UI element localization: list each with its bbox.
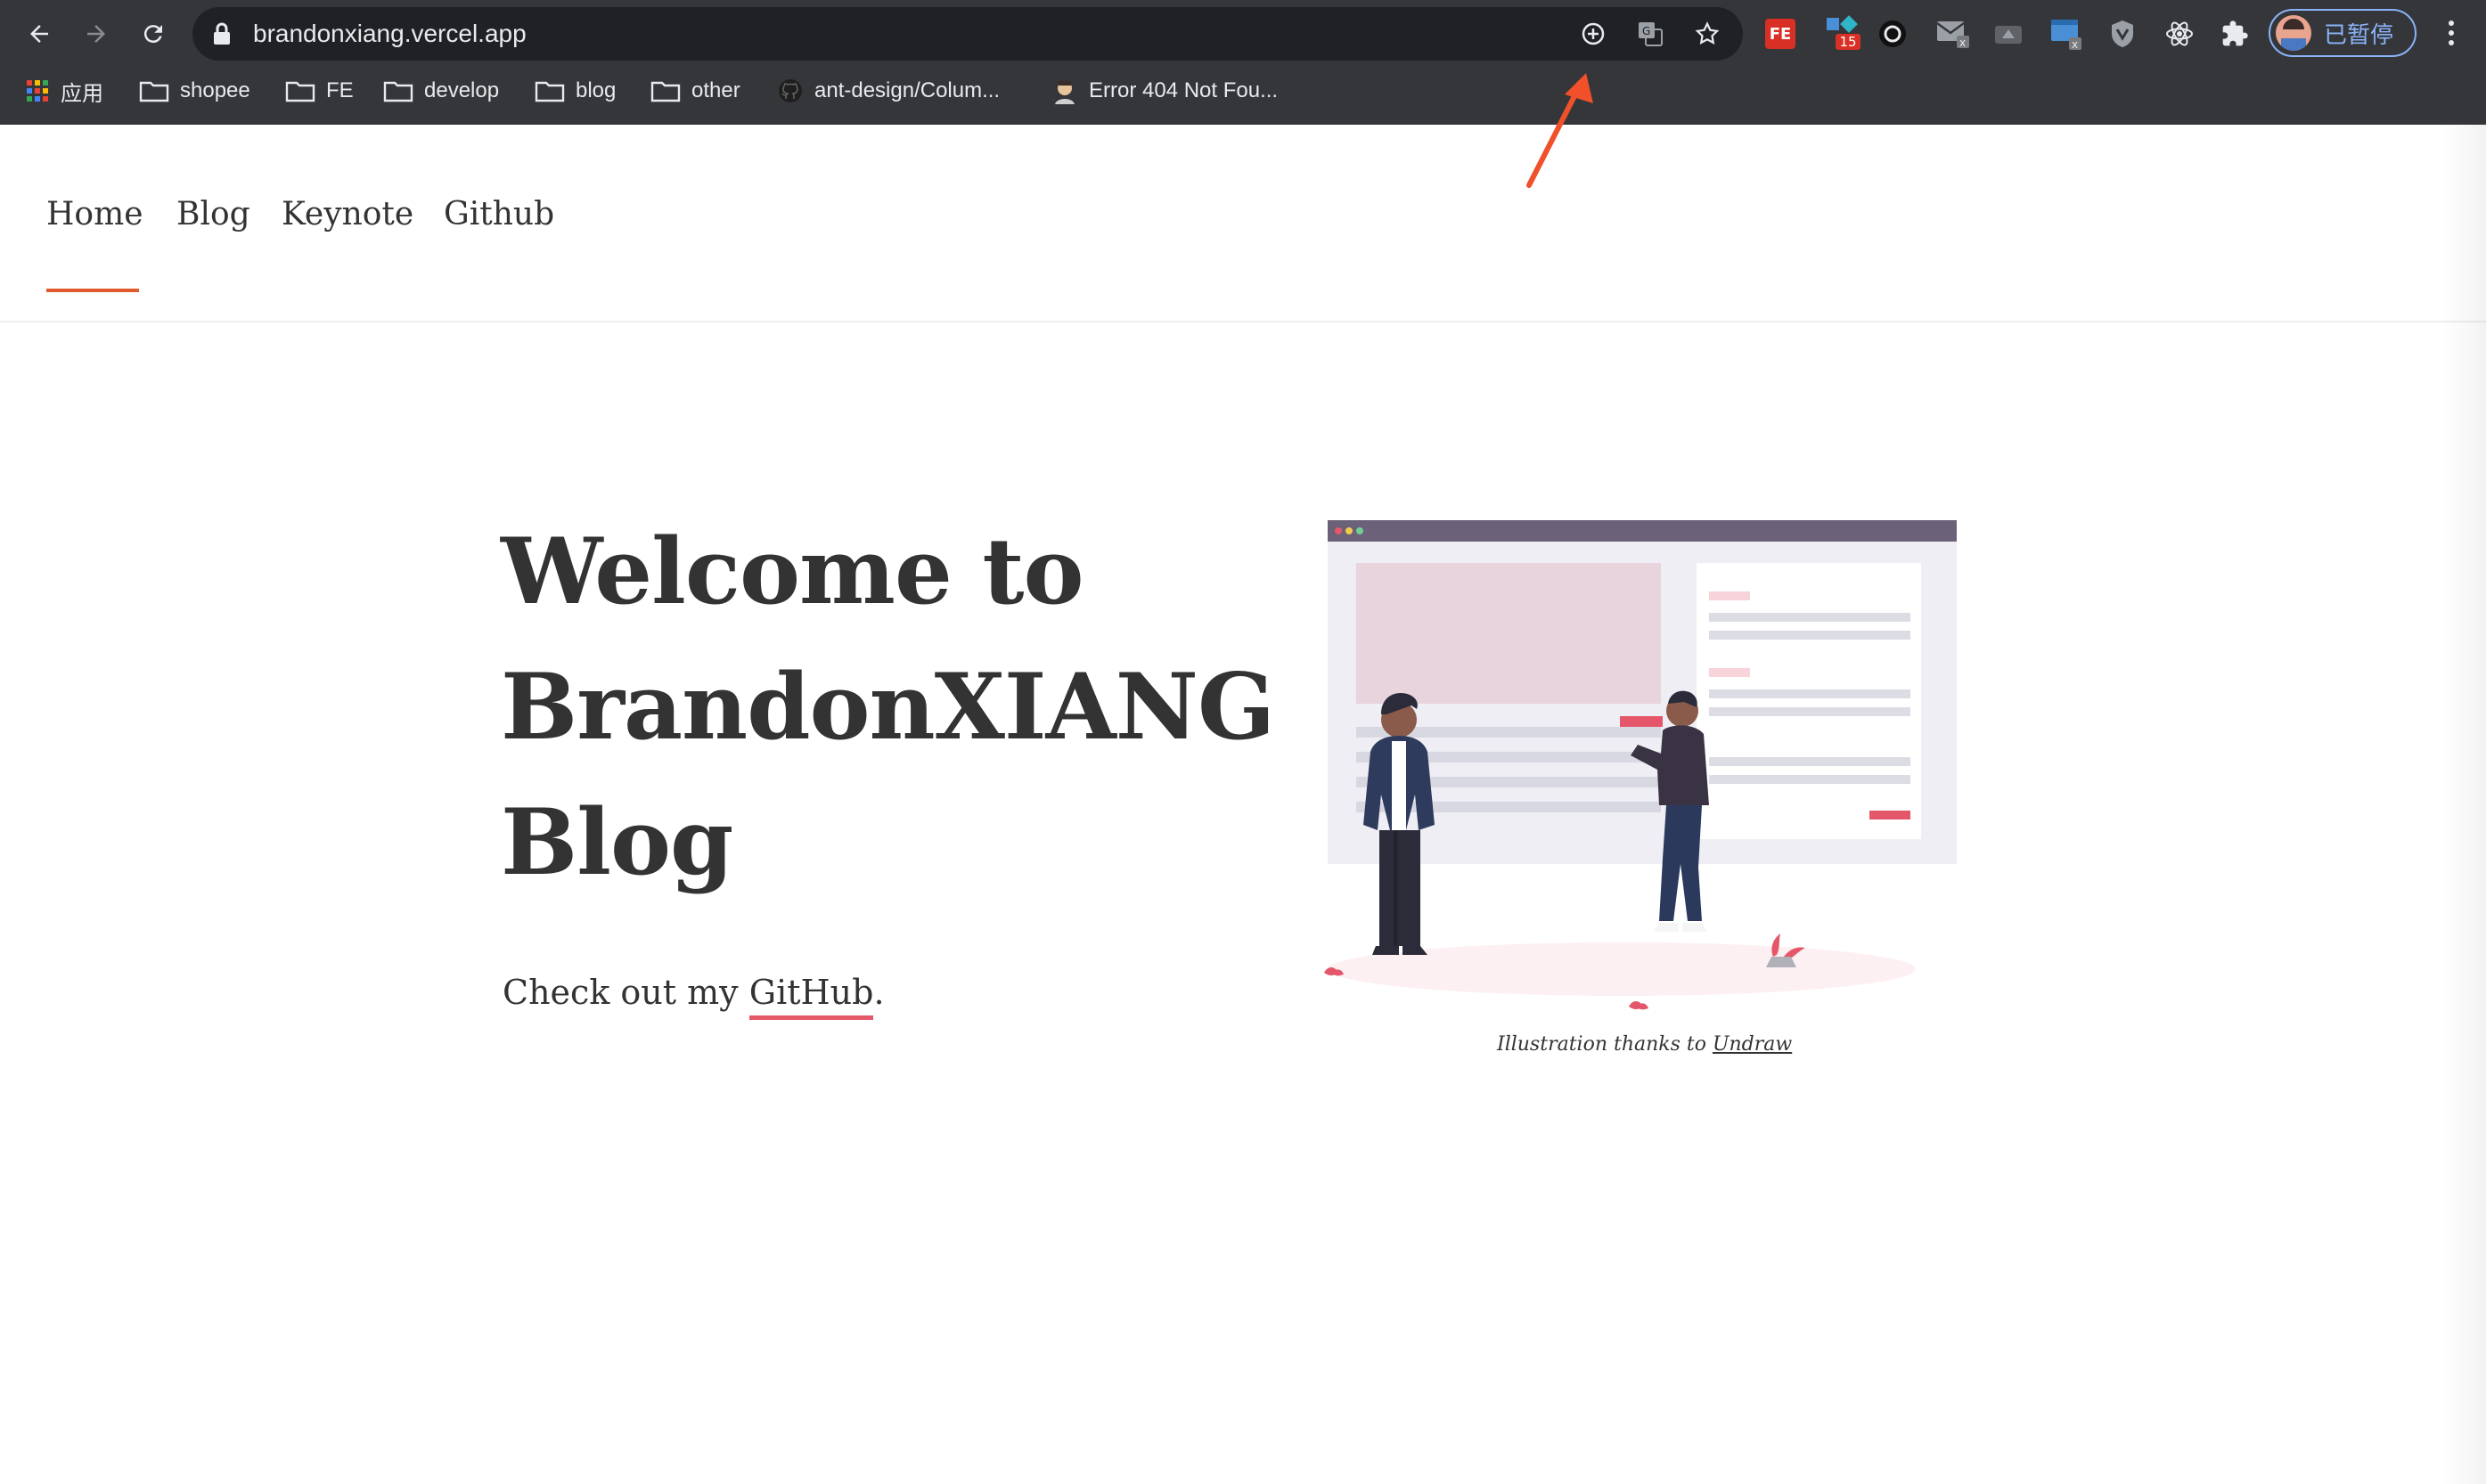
illustration-side-panel: [1697, 563, 1921, 839]
svg-text:x: x: [1959, 37, 1966, 49]
browser-toolbar: brandonxiang.vercel.app G FE 15 x x 已暂停: [0, 0, 2486, 68]
hero-title: Welcome to BrandonXIANG Blog: [501, 504, 1303, 910]
svg-text:x: x: [2072, 38, 2078, 51]
plus-circle-icon: [1582, 22, 1605, 45]
bookmark-error-404[interactable]: Error 404 Not Fou...: [1051, 69, 1278, 112]
avatar: [2276, 15, 2311, 51]
nav-home-link[interactable]: Home: [46, 196, 143, 232]
github-icon: [779, 79, 802, 102]
mail-icon: x: [1936, 21, 1969, 49]
bookmark-star-button[interactable]: [1691, 18, 1723, 50]
puzzle-piece-icon: [2222, 20, 2248, 46]
nav-keynote-link[interactable]: Keynote: [282, 196, 413, 232]
mail-extension[interactable]: x: [1934, 14, 1973, 53]
forward-arrow-icon: [87, 25, 105, 43]
reload-icon: [143, 25, 162, 44]
bookmark-label: shopee: [180, 78, 250, 102]
avatar-icon: [1055, 81, 1075, 104]
github-link[interactable]: GitHub: [748, 973, 874, 1020]
forward-button[interactable]: [75, 12, 118, 55]
apps-grid-icon: [27, 80, 48, 102]
translate-button[interactable]: G: [1634, 18, 1666, 50]
illustration-image-block: [1356, 563, 1661, 704]
profile-button[interactable]: 已暂停: [2269, 9, 2416, 57]
back-button[interactable]: [18, 12, 61, 55]
address-bar[interactable]: brandonxiang.vercel.app G: [192, 7, 1743, 61]
scroll-shadow: [2441, 125, 2486, 1484]
bookmark-folder-fe[interactable]: FE: [285, 69, 354, 112]
shield-extension[interactable]: [2103, 14, 2142, 53]
profile-status-label: 已暂停: [2324, 20, 2394, 48]
cloud-drive-icon: [1995, 26, 2022, 44]
folder-icon: [383, 81, 413, 102]
bookmark-label: blog: [576, 78, 617, 102]
drive-extension[interactable]: [1989, 14, 2028, 53]
folder-icon: [650, 81, 681, 102]
caption-prefix: Illustration thanks to: [1497, 1033, 1713, 1056]
bookmark-apps[interactable]: 应用: [25, 69, 103, 112]
blocks-extension-icon: 15: [1827, 15, 1860, 50]
site-navigation: Home Blog Keynote Github: [0, 125, 2486, 322]
illustration-caption: Illustration thanks to Undraw: [1497, 1033, 1792, 1056]
extensions-menu-button[interactable]: [2215, 14, 2254, 53]
bookmark-label: other: [691, 78, 740, 102]
shield-icon: [2112, 20, 2133, 47]
reload-button[interactable]: [132, 12, 175, 55]
illustration-window-titlebar: [1328, 520, 1957, 542]
bookmarks-bar: 应用 shopee FE develop blog other ant-desi…: [0, 69, 2486, 112]
undraw-link[interactable]: Undraw: [1713, 1033, 1792, 1056]
folder-icon: [535, 81, 565, 102]
bookmark-folder-develop[interactable]: develop: [383, 69, 499, 112]
nav-blog-link[interactable]: Blog: [176, 196, 250, 232]
url-text: brandonxiang.vercel.app: [253, 20, 527, 47]
record-circle-icon: [1879, 20, 1906, 47]
hero-illustration: [1324, 520, 1957, 1010]
bookmark-label: develop: [424, 78, 500, 102]
bookmark-folder-shopee[interactable]: shopee: [139, 69, 250, 112]
bookmark-ant-design[interactable]: ant-design/Colum...: [777, 69, 1000, 112]
active-nav-indicator: [46, 289, 139, 292]
bookmark-label: 应用: [61, 81, 103, 106]
bookmark-folder-blog[interactable]: blog: [535, 69, 616, 112]
circle-extension[interactable]: [1873, 14, 1912, 53]
badge-extension[interactable]: 15: [1823, 14, 1862, 53]
react-atom-icon: [2166, 21, 2193, 46]
install-app-button[interactable]: [1577, 18, 1609, 50]
star-icon: [1695, 21, 1720, 45]
window-extension[interactable]: x: [2048, 14, 2087, 53]
translate-icon: G: [1639, 22, 1663, 46]
folder-icon: [285, 81, 315, 102]
bookmark-label: Error 404 Not Fou...: [1089, 78, 1279, 102]
browser-window-icon: x: [2051, 20, 2081, 51]
hero-title-line: Blog: [501, 789, 733, 896]
subtitle-prefix: Check out my: [503, 973, 749, 1012]
folder-icon: [139, 81, 169, 102]
fe-extension[interactable]: FE: [1761, 14, 1800, 53]
hero-subtitle: Check out my GitHub.: [503, 973, 885, 1020]
hero-title-line: Welcome to: [501, 518, 1084, 625]
bookmark-label: FE: [326, 78, 354, 102]
lock-icon: [214, 22, 230, 45]
react-devtools-extension[interactable]: [2160, 14, 2199, 53]
browser-menu-button[interactable]: [2438, 16, 2465, 52]
svg-text:G: G: [1642, 25, 1650, 37]
fe-extension-icon: FE: [1765, 19, 1795, 49]
bookmark-folder-other[interactable]: other: [650, 69, 740, 112]
illustration-highlight-card: [1620, 716, 1663, 727]
subtitle-suffix: .: [873, 973, 885, 1012]
more-vertical-icon: [2449, 20, 2454, 45]
back-arrow-icon: [30, 25, 48, 43]
hero-title-line: BrandonXIANG: [501, 654, 1275, 761]
extension-badge: 15: [1836, 34, 1860, 50]
bookmark-label: ant-design/Colum...: [814, 78, 1001, 102]
nav-github-link[interactable]: Github: [444, 196, 554, 232]
browser-chrome: brandonxiang.vercel.app G FE 15 x x 已暂停 …: [0, 0, 2486, 125]
